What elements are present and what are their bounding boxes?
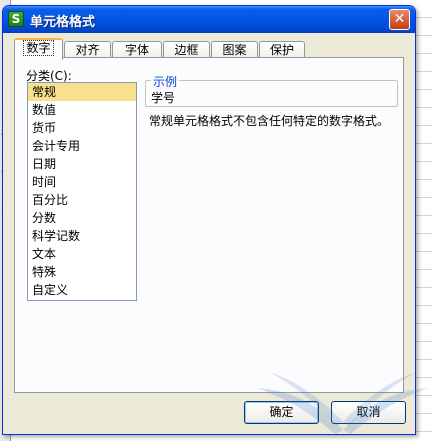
category-item-number[interactable]: 数值 — [28, 101, 136, 119]
category-listbox[interactable]: 常规 数值 货币 会计专用 日期 时间 百分比 分数 科学记数 文本 特殊 自定… — [27, 82, 137, 301]
category-item-fraction[interactable]: 分数 — [28, 209, 136, 227]
category-item-scientific[interactable]: 科学记数 — [28, 227, 136, 245]
category-item-text[interactable]: 文本 — [28, 245, 136, 263]
sample-value: 学号 — [151, 91, 176, 105]
category-item-accounting[interactable]: 会计专用 — [28, 137, 136, 155]
category-item-time[interactable]: 时间 — [28, 173, 136, 191]
sample-legend: 示例 — [151, 73, 180, 90]
close-button[interactable]: ✕ — [389, 9, 410, 30]
category-item-general[interactable]: 常规 — [28, 83, 136, 101]
sample-groupbox — [145, 80, 398, 107]
category-item-currency[interactable]: 货币 — [28, 119, 136, 137]
cancel-button[interactable]: 取消 — [331, 401, 406, 424]
category-item-date[interactable]: 日期 — [28, 155, 136, 173]
close-icon: ✕ — [393, 11, 406, 27]
dialog-title: 单元格格式 — [30, 15, 96, 30]
format-description: 常规单元格格式不包含任何特定的数字格式。 — [149, 114, 390, 128]
ok-button[interactable]: 确定 — [244, 401, 319, 424]
dialog-titlebar[interactable]: S 单元格格式 ✕ — [3, 6, 415, 33]
category-item-custom[interactable]: 自定义 — [28, 281, 136, 299]
category-item-percentage[interactable]: 百分比 — [28, 191, 136, 209]
category-item-special[interactable]: 特殊 — [28, 263, 136, 281]
wps-app-icon: S — [8, 11, 24, 27]
tab-number[interactable]: 数字 — [14, 38, 63, 60]
